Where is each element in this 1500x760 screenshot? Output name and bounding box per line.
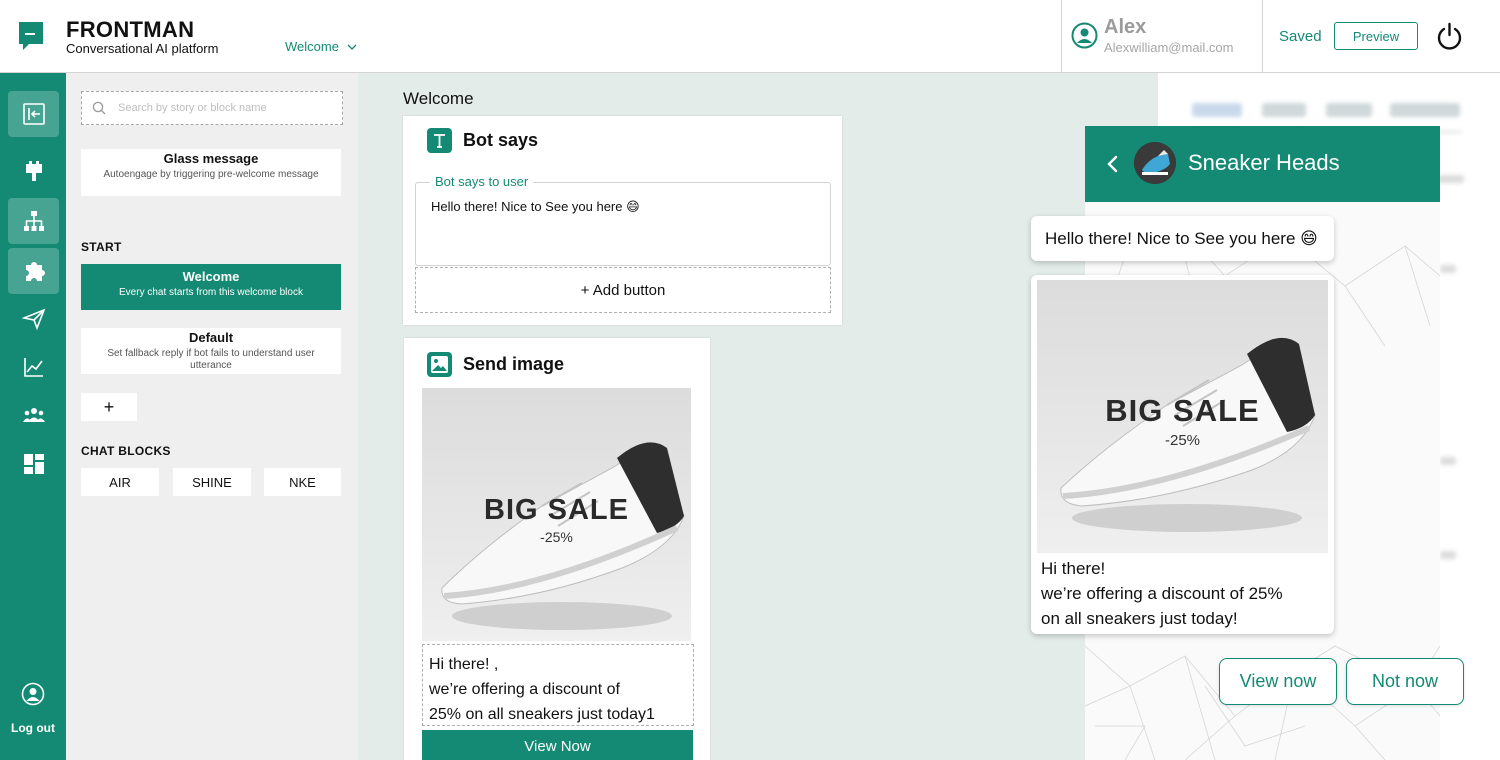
start-section-label: START xyxy=(81,240,122,254)
quick-reply-not-now[interactable]: Not now xyxy=(1346,658,1464,705)
sale-title: BIG SALE xyxy=(484,494,629,526)
blurred-tab xyxy=(1390,103,1460,117)
sale-image: BIG SALE -25% xyxy=(422,388,691,641)
send-image-title: Send image xyxy=(463,354,565,374)
rail-collapse[interactable] xyxy=(8,91,59,137)
rail-flow[interactable] xyxy=(8,198,59,244)
brand-subtitle: Conversational AI platform xyxy=(66,41,219,56)
chat-sale-title: BIG SALE xyxy=(1105,393,1260,428)
default-block-title: Default xyxy=(188,330,234,345)
bot-avatar xyxy=(1134,142,1176,184)
bot-says-block[interactable]: Bot says Bot says to user Hello there! N… xyxy=(403,116,842,325)
add-block-button[interactable]: + xyxy=(81,393,137,421)
back-arrow-icon[interactable] xyxy=(1105,154,1119,174)
analytics-icon xyxy=(23,358,43,377)
rail-broadcast[interactable] xyxy=(8,296,59,342)
chat-caption: Hi there! we’re offering a discount of 2… xyxy=(1041,556,1283,631)
bot-says-header: Bot says xyxy=(427,128,538,153)
search-input[interactable] xyxy=(118,102,318,114)
canvas-title: Welcome xyxy=(403,89,474,108)
blurred-tab xyxy=(1192,103,1242,117)
send-image-header: Send image xyxy=(427,352,564,377)
story-select-value: Welcome xyxy=(285,39,339,54)
send-icon xyxy=(21,308,45,331)
sale-discount: -25% xyxy=(540,529,573,545)
rail-dashboard[interactable] xyxy=(8,441,59,487)
chat-greeting-text: Hello there! Nice to See you here 😄 xyxy=(1045,229,1318,248)
left-rail: Log out xyxy=(0,73,66,760)
chat-blocks-section-label: CHAT BLOCKS xyxy=(81,444,171,458)
bot-says-title: Bot says xyxy=(463,130,539,150)
chat-block-chip[interactable]: SHINE xyxy=(173,468,251,496)
power-icon[interactable] xyxy=(1436,22,1463,50)
blurred-tab xyxy=(1326,103,1372,117)
text-block-icon xyxy=(427,128,452,153)
view-now-button[interactable]: View Now xyxy=(422,730,693,760)
chat-caption-line: on all sneakers just today! xyxy=(1041,609,1238,628)
chat-caption-line: we’re offering a discount of 25% xyxy=(1041,584,1283,603)
story-select[interactable]: Welcome xyxy=(285,39,357,54)
story-panel: Glass message Autoengage by triggering p… xyxy=(66,73,358,760)
quick-reply-view-now[interactable]: View now xyxy=(1219,658,1337,705)
caption-line: Hi there! , xyxy=(429,656,499,673)
blurred-line xyxy=(1440,265,1456,273)
glass-message-desc: Autoengage by triggering pre-welcome mes… xyxy=(103,169,319,180)
chat-greeting-bubble: Hello there! Nice to See you here 😄 xyxy=(1031,216,1334,261)
collapse-icon xyxy=(22,103,45,125)
default-block-desc: Set fallback reply if bot fails to under… xyxy=(107,348,315,371)
blurred-line xyxy=(1440,551,1456,559)
saved-status: Saved xyxy=(1279,28,1322,45)
glass-message-title: Glass message xyxy=(163,151,259,166)
rail-integrations[interactable] xyxy=(8,148,59,194)
user-avatar-icon[interactable] xyxy=(1071,22,1098,49)
caption-line: we’re offering a discount of xyxy=(429,681,620,698)
chat-image-bubble: BIG SALE -25% Hi there! we’re offering a… xyxy=(1031,275,1334,634)
plug-icon xyxy=(25,161,42,181)
brand-name: FRONTMAN xyxy=(66,17,195,42)
sneaker-avatar-icon xyxy=(1134,142,1176,184)
image-block-icon xyxy=(427,352,452,377)
user-name: Alex xyxy=(1104,16,1147,38)
chat-sale-image: BIG SALE -25% xyxy=(1037,280,1328,553)
rail-team[interactable] xyxy=(8,392,59,438)
chat-caption-line: Hi there! xyxy=(1041,559,1106,578)
chat-title: Sneaker Heads xyxy=(1188,150,1340,175)
bot-says-field-label: Bot says to user xyxy=(430,174,534,189)
dashboard-icon xyxy=(23,454,44,474)
search-field[interactable] xyxy=(81,91,343,125)
chevron-down-icon xyxy=(347,44,357,50)
rail-analytics[interactable] xyxy=(8,344,59,390)
blurred-line xyxy=(1440,457,1456,465)
chat-block-chip[interactable]: AIR xyxy=(81,468,159,496)
add-button[interactable]: + Add button xyxy=(415,267,831,313)
header-divider xyxy=(1262,0,1263,72)
default-block-card[interactable]: Default Set fallback reply if bot fails … xyxy=(81,328,341,374)
puzzle-icon xyxy=(25,262,45,281)
caption-line: 25% on all sneakers just today1 xyxy=(429,706,655,723)
welcome-block-desc: Every chat starts from this welcome bloc… xyxy=(119,287,303,298)
team-icon xyxy=(22,408,45,422)
account-circle-icon[interactable] xyxy=(21,682,45,706)
blurred-tab xyxy=(1262,103,1306,117)
rail-plugins[interactable] xyxy=(8,248,59,294)
preview-button[interactable]: Preview xyxy=(1334,22,1418,50)
bot-says-field-value[interactable]: Hello there! Nice to See you here 😄 xyxy=(431,199,640,215)
chat-sale-discount: -25% xyxy=(1164,432,1201,449)
chat-logo-icon xyxy=(19,22,43,50)
chat-block-chip[interactable]: NKE xyxy=(264,468,341,496)
chat-header: Sneaker Heads xyxy=(1085,126,1440,202)
logout-link[interactable]: Log out xyxy=(0,721,66,735)
search-icon xyxy=(92,101,106,115)
welcome-block-card[interactable]: Welcome Every chat starts from this welc… xyxy=(81,264,341,310)
image-caption[interactable]: Hi there! , we’re offering a discount of… xyxy=(422,644,694,726)
flow-tree-icon xyxy=(23,211,44,231)
welcome-block-title: Welcome xyxy=(182,269,240,284)
header-divider xyxy=(1061,0,1062,72)
top-bar: FRONTMAN Conversational AI platform Welc… xyxy=(0,0,1500,73)
send-image-block[interactable]: Send image BIG SALE -25% Hi there! , we’… xyxy=(404,338,710,760)
bot-says-field[interactable]: Bot says to user Hello there! Nice to Se… xyxy=(415,174,831,266)
user-email: Alexwilliam@mail.com xyxy=(1104,40,1234,55)
glass-message-card[interactable]: Glass message Autoengage by triggering p… xyxy=(81,149,341,196)
